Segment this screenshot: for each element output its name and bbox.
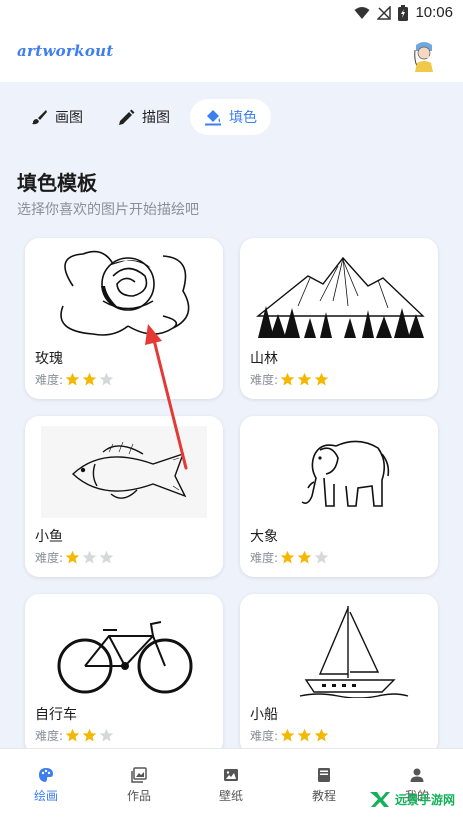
template-card-fish[interactable]: 小鱼 难度: <box>25 416 223 577</box>
mountain-forest-drawing <box>248 246 430 342</box>
difficulty-label: 难度: <box>35 373 64 387</box>
mode-tabs: 画图 描图 填色 <box>16 99 271 135</box>
nav-label: 绘画 <box>33 789 58 803</box>
difficulty-rating: 难度: <box>35 549 114 566</box>
star-empty-icon <box>82 550 97 564</box>
avatar[interactable] <box>407 38 441 72</box>
card-title: 小船 <box>250 707 278 723</box>
star-filled-icon <box>65 550 80 564</box>
card-title: 小鱼 <box>35 529 63 545</box>
app-header: artworkout <box>0 28 463 82</box>
star-filled-icon <box>65 372 80 386</box>
no-signal-icon <box>377 5 392 20</box>
wifi-icon <box>354 6 370 19</box>
nav-label: 壁纸 <box>218 789 243 803</box>
difficulty-rating: 难度: <box>250 549 329 566</box>
paint-bucket-icon <box>205 110 221 126</box>
star-filled-icon <box>314 728 329 742</box>
difficulty-label: 难度: <box>250 373 279 387</box>
tab-trace[interactable]: 描图 <box>103 99 184 135</box>
brush-icon <box>32 110 47 125</box>
star-empty-icon <box>99 372 114 386</box>
status-icons: 10:06 <box>354 4 453 21</box>
gallery-icon <box>131 767 147 783</box>
star-filled-icon <box>297 550 312 564</box>
template-card-rose[interactable]: 玫瑰 难度: <box>25 238 223 399</box>
star-filled-icon <box>82 728 97 742</box>
template-card-bicycle[interactable]: 自行车 难度: <box>25 594 223 748</box>
watermark-text: 远景手游网 <box>394 792 455 807</box>
star-empty-icon <box>314 550 329 564</box>
difficulty-label: 难度: <box>250 729 279 743</box>
section-title: 填色模板 <box>17 171 97 195</box>
difficulty-label: 难度: <box>250 551 279 565</box>
clock: 10:06 <box>415 4 453 21</box>
difficulty-label: 难度: <box>35 551 64 565</box>
watermark: 远景手游网 <box>369 790 455 808</box>
template-card-elephant[interactable]: 大象 难度: <box>240 416 438 577</box>
bottom-nav: 绘画 作品 壁纸 教程 我的 远景手游网 <box>0 748 463 824</box>
nav-item-wallpaper[interactable]: 壁纸 <box>201 767 261 804</box>
app-logo: artworkout <box>17 42 114 60</box>
pencil-icon <box>119 109 135 125</box>
bicycle-drawing <box>33 602 215 698</box>
book-icon <box>318 768 330 782</box>
nav-item-works[interactable]: 作品 <box>109 767 169 804</box>
nav-item-tutorial[interactable]: 教程 <box>294 767 354 804</box>
star-filled-icon <box>280 728 295 742</box>
tab-fill-color[interactable]: 填色 <box>190 99 271 135</box>
star-filled-icon <box>280 372 295 386</box>
star-filled-icon <box>82 372 97 386</box>
person-icon <box>410 768 424 782</box>
nav-label: 教程 <box>311 789 336 803</box>
difficulty-label: 难度: <box>35 729 64 743</box>
difficulty-rating: 难度: <box>250 371 329 388</box>
star-filled-icon <box>65 728 80 742</box>
star-filled-icon <box>280 550 295 564</box>
tab-label: 画图 <box>55 110 83 126</box>
tab-label: 填色 <box>229 110 257 126</box>
battery-charging-icon <box>398 4 409 21</box>
fish-drawing <box>33 424 215 520</box>
star-filled-icon <box>297 372 312 386</box>
card-title: 玫瑰 <box>35 351 63 367</box>
star-empty-icon <box>99 550 114 564</box>
star-empty-icon <box>99 728 114 742</box>
tab-draw[interactable]: 画图 <box>16 99 97 135</box>
nav-label: 作品 <box>126 789 151 803</box>
card-title: 自行车 <box>35 707 77 723</box>
difficulty-rating: 难度: <box>250 727 329 744</box>
sailboat-drawing <box>248 602 430 698</box>
difficulty-rating: 难度: <box>35 727 114 744</box>
star-filled-icon <box>314 372 329 386</box>
template-card-mountain-forest[interactable]: 山林 难度: <box>240 238 438 399</box>
main-content: 画图 描图 填色 填色模板 选择你喜欢的图片开始描绘吧 玫瑰 难度: 山林 难度… <box>0 82 463 748</box>
card-title: 山林 <box>250 351 278 367</box>
elephant-drawing <box>248 424 430 520</box>
palette-icon <box>39 768 53 782</box>
star-filled-icon <box>297 728 312 742</box>
rose-drawing <box>33 246 215 342</box>
nav-item-draw[interactable]: 绘画 <box>16 767 76 804</box>
watermark-logo-icon <box>369 792 390 807</box>
tab-label: 描图 <box>142 110 170 126</box>
card-title: 大象 <box>250 529 278 545</box>
image-icon <box>224 769 238 781</box>
template-card-sailboat[interactable]: 小船 难度: <box>240 594 438 748</box>
section-subtitle: 选择你喜欢的图片开始描绘吧 <box>17 202 199 218</box>
difficulty-rating: 难度: <box>35 371 114 388</box>
status-bar: 10:06 <box>0 0 463 28</box>
